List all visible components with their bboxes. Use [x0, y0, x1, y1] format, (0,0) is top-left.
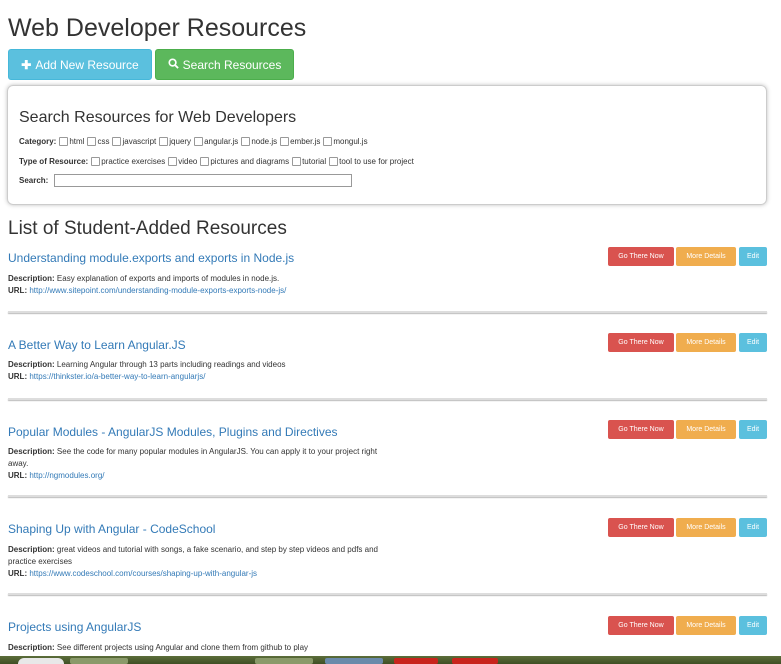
resource-url: URL: http://ngmodules.org/: [8, 471, 105, 480]
go-there-now-button[interactable]: Go There Now: [608, 333, 674, 352]
resource-description: Description: Easy explanation of exports…: [8, 274, 280, 283]
taskbar-item[interactable]: [255, 658, 313, 664]
category-checkbox-javascript[interactable]: javascript: [112, 137, 156, 146]
more-details-button[interactable]: More Details: [676, 247, 736, 266]
resource-title[interactable]: Shaping Up with Angular - CodeSchool: [8, 522, 215, 536]
edit-button[interactable]: Edit: [739, 518, 767, 537]
list-title: List of Student-Added Resources: [8, 218, 287, 239]
search-icon: [168, 57, 179, 72]
go-there-now-button[interactable]: Go There Now: [608, 420, 674, 439]
page-title: Web Developer Resources: [8, 14, 307, 42]
start-button[interactable]: [18, 658, 64, 664]
category-row: Category: html css javascript jquery ang…: [19, 137, 371, 146]
go-there-now-button[interactable]: Go There Now: [608, 616, 674, 635]
type-checkbox-pictures[interactable]: pictures and diagrams: [200, 157, 289, 166]
resource-title[interactable]: A Better Way to Learn Angular.JS: [8, 338, 186, 352]
resource-link[interactable]: http://www.sitepoint.com/understanding-m…: [29, 286, 286, 295]
divider: [8, 495, 767, 497]
edit-button[interactable]: Edit: [739, 616, 767, 635]
category-label: Category:: [19, 137, 57, 146]
type-checkbox-video[interactable]: video: [168, 157, 197, 166]
taskbar-item[interactable]: [394, 658, 438, 664]
edit-button[interactable]: Edit: [739, 333, 767, 352]
category-checkbox-css[interactable]: css: [87, 137, 109, 146]
search-label: Search:: [19, 176, 49, 185]
plus-icon: ✚: [21, 57, 32, 72]
resource-description: Description: great videos and tutorial w…: [8, 545, 378, 566]
search-panel: Search Resources for Web Developers Cate…: [7, 85, 767, 205]
resource-url: URL: https://thinkster.io/a-better-way-t…: [8, 372, 206, 381]
resource-url: URL: http://www.sitepoint.com/understand…: [8, 286, 287, 295]
resource-link[interactable]: http://ngmodules.org/: [29, 471, 104, 480]
category-checkbox-jquery[interactable]: jquery: [159, 137, 191, 146]
go-there-now-button[interactable]: Go There Now: [608, 518, 674, 537]
search-resources-label: Search Resources: [182, 57, 282, 72]
search-resources-button[interactable]: Search Resources: [155, 49, 294, 80]
type-checkbox-practice[interactable]: practice exercises: [91, 157, 165, 166]
divider: [8, 593, 767, 595]
edit-button[interactable]: Edit: [739, 420, 767, 439]
resource-url: URL: https://www.codeschool.com/courses/…: [8, 569, 258, 578]
resource-title[interactable]: Popular Modules - AngularJS Modules, Plu…: [8, 425, 338, 439]
more-details-button[interactable]: More Details: [676, 420, 736, 439]
divider: [8, 311, 767, 313]
resource-title[interactable]: Understanding module.exports and exports…: [8, 251, 294, 265]
divider: [8, 398, 767, 400]
category-checkbox-nodejs[interactable]: node.js: [241, 137, 277, 146]
more-details-button[interactable]: More Details: [676, 616, 736, 635]
resource-description: Description: See the code for many popul…: [8, 447, 378, 468]
resource-title[interactable]: Projects using AngularJS: [8, 620, 141, 634]
edit-button[interactable]: Edit: [739, 247, 767, 266]
category-checkbox-html[interactable]: html: [59, 137, 84, 146]
type-checkbox-tutorial[interactable]: tutorial: [292, 157, 326, 166]
category-checkbox-emberjs[interactable]: ember.js: [280, 137, 320, 146]
more-details-button[interactable]: More Details: [676, 333, 736, 352]
search-row: Search:: [19, 174, 353, 187]
resource-description: Description: See different projects usin…: [8, 643, 309, 652]
go-there-now-button[interactable]: Go There Now: [608, 247, 674, 266]
taskbar-item[interactable]: [452, 658, 498, 664]
resource-link[interactable]: https://thinkster.io/a-better-way-to-lea…: [29, 372, 205, 381]
more-details-button[interactable]: More Details: [676, 518, 736, 537]
type-label: Type of Resource:: [19, 157, 89, 166]
resource-link[interactable]: https://www.codeschool.com/courses/shapi…: [29, 569, 257, 578]
category-checkbox-angularjs[interactable]: angular.js: [194, 137, 238, 146]
type-row: Type of Resource: practice exercises vid…: [19, 157, 417, 166]
add-resource-button[interactable]: ✚ Add New Resource: [8, 49, 152, 80]
resource-description: Description: Learning Angular through 13…: [8, 360, 286, 369]
add-resource-label: Add New Resource: [35, 57, 139, 72]
taskbar-item[interactable]: [325, 658, 383, 664]
search-input[interactable]: [54, 174, 353, 187]
type-checkbox-tool[interactable]: tool to use for project: [329, 157, 414, 166]
search-panel-title: Search Resources for Web Developers: [19, 109, 297, 126]
category-checkbox-mongul[interactable]: mongul.js: [323, 137, 368, 146]
taskbar-item[interactable]: [70, 658, 128, 664]
